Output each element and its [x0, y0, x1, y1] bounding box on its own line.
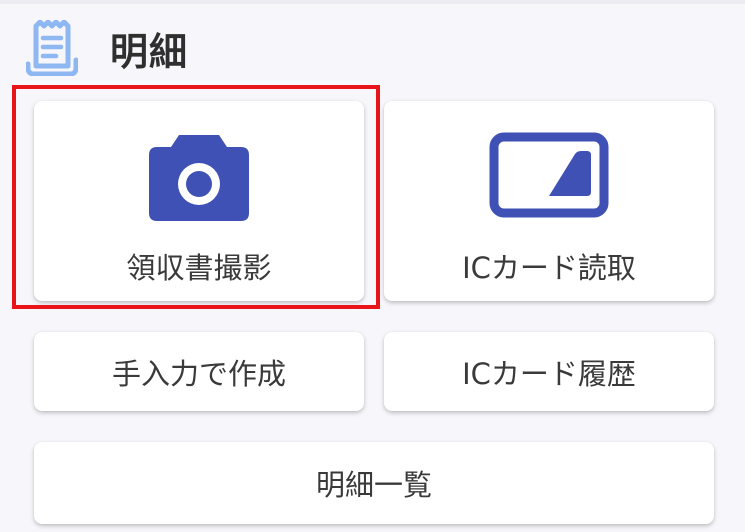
receipt-icon — [26, 18, 82, 78]
statement-list-label: 明細一覧 — [315, 468, 432, 502]
ic-card-read-button[interactable]: ICカード読取 — [384, 101, 714, 301]
page-title: 明細 — [110, 29, 189, 74]
top-divider — [0, 0, 745, 4]
receipt-photo-button[interactable]: 領収書撮影 — [34, 101, 364, 301]
camera-icon — [149, 127, 249, 223]
ic-card-history-label: ICカード履歴 — [462, 356, 636, 391]
ic-card-icon — [489, 127, 609, 223]
ic-card-read-label: ICカード読取 — [462, 251, 636, 285]
manual-entry-label: 手入力で作成 — [111, 356, 286, 391]
manual-entry-button[interactable]: 手入力で作成 — [34, 332, 364, 411]
ic-card-history-button[interactable]: ICカード履歴 — [384, 332, 714, 411]
section-header: 明細 — [26, 18, 188, 78]
receipt-photo-label: 領収書撮影 — [126, 251, 272, 285]
statement-list-button[interactable]: 明細一覧 — [34, 442, 714, 524]
